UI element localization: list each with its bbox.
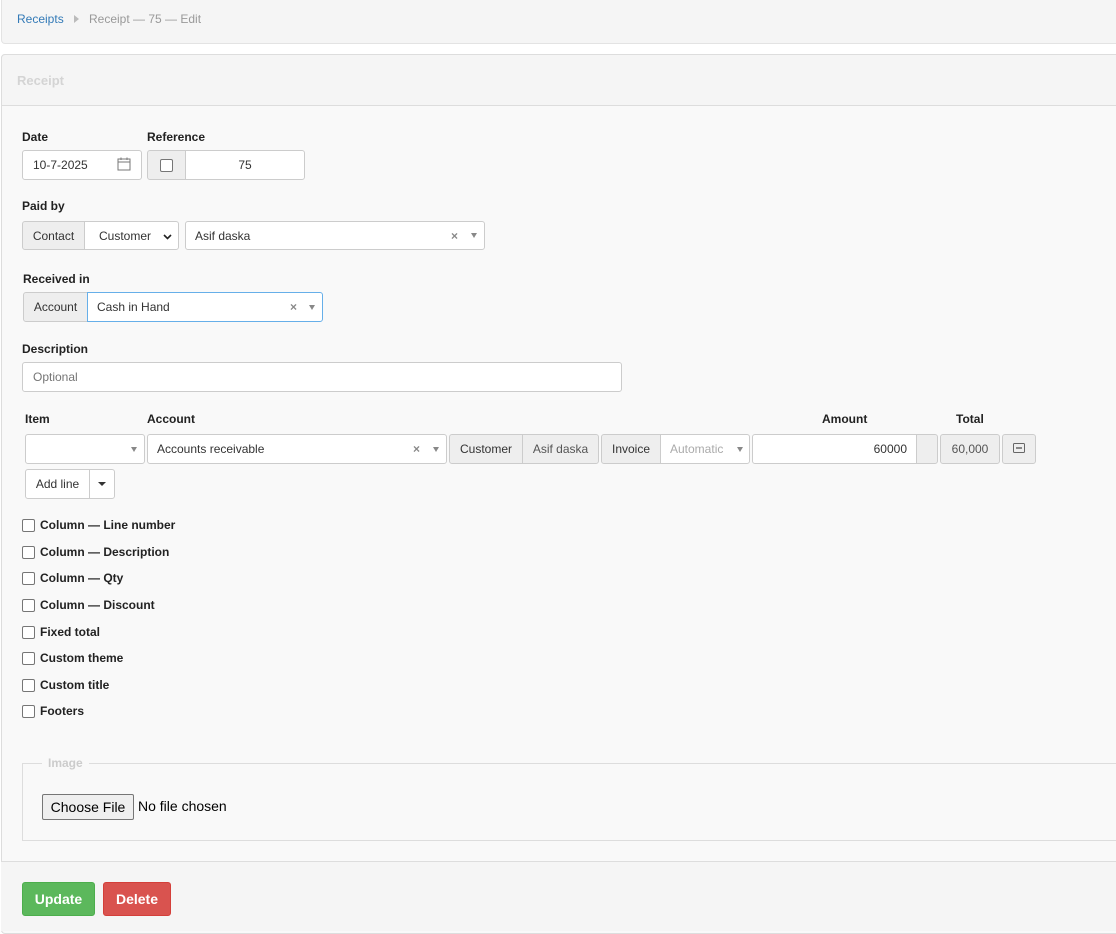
breadcrumb-receipts-link[interactable]: Receipts — [17, 12, 64, 26]
paid-by-contact-value: Asif daska — [195, 228, 251, 243]
line-total-value: 60,000 — [940, 434, 1000, 464]
paid-by-type-select[interactable]: Customer — [84, 221, 179, 250]
caret-down-icon — [98, 482, 106, 486]
caret-down-icon[interactable] — [471, 233, 477, 238]
option-label: Column — Discount — [40, 598, 155, 612]
breadcrumb-current: Receipt — 75 — Edit — [89, 12, 202, 26]
reference-checkbox[interactable] — [160, 158, 173, 172]
lines-header-item: Item — [25, 412, 50, 426]
date-label: Date — [22, 130, 49, 144]
option-checkbox[interactable] — [22, 625, 35, 639]
option-footers[interactable]: Footers — [22, 704, 84, 718]
option-label: Column — Qty — [40, 571, 124, 585]
date-value: 10-7-2025 — [33, 158, 88, 172]
clear-icon[interactable]: × — [451, 229, 458, 243]
paid-by-contact-select[interactable]: Asif daska × — [185, 221, 485, 250]
option-checkbox[interactable] — [22, 571, 35, 585]
line-amount-input[interactable]: 60000 — [752, 434, 918, 464]
option-line-number[interactable]: Column — Line number — [22, 518, 175, 532]
paid-by-addon: Contact — [22, 221, 85, 250]
panel-heading — [1, 54, 1116, 106]
option-label: Custom theme — [40, 651, 124, 665]
add-line-button[interactable]: Add line — [25, 469, 90, 499]
line-account-select[interactable]: Accounts receivable × — [147, 434, 447, 464]
option-label: Fixed total — [40, 625, 101, 639]
clear-icon[interactable]: × — [413, 442, 420, 456]
line-account-value: Accounts receivable — [157, 442, 265, 456]
received-in-account-select[interactable]: Cash in Hand × — [87, 292, 323, 322]
caret-down-icon[interactable] — [309, 304, 315, 310]
reference-value: 75 — [238, 158, 252, 172]
reference-label: Reference — [147, 130, 206, 144]
line-invoice-addon: Invoice — [601, 434, 661, 464]
option-checkbox[interactable] — [22, 598, 35, 612]
lines-header-account: Account — [147, 412, 195, 426]
option-custom-theme[interactable]: Custom theme — [22, 651, 123, 665]
lines-header-total: Total — [956, 412, 984, 426]
option-qty[interactable]: Column — Qty — [22, 571, 123, 585]
received-in-addon: Account — [23, 292, 88, 322]
caret-down-icon[interactable] — [433, 446, 439, 452]
line-invoice-placeholder: Automatic — [670, 442, 724, 456]
line-customer-value: Asif daska — [522, 434, 599, 464]
option-description[interactable]: Column — Description — [22, 545, 169, 559]
caret-down-icon[interactable] — [737, 446, 743, 452]
calendar-icon[interactable] — [117, 157, 131, 174]
delete-button[interactable]: Delete — [103, 882, 171, 916]
option-custom-title[interactable]: Custom title — [22, 678, 109, 692]
date-input[interactable]: 10-7-2025 — [22, 150, 142, 180]
reference-input[interactable]: 75 — [185, 150, 305, 180]
option-label: Footers — [40, 704, 85, 718]
option-label: Custom title — [40, 678, 110, 692]
file-status: No file chosen — [138, 798, 227, 814]
line-remove-button[interactable] — [1002, 434, 1036, 464]
option-checkbox[interactable] — [22, 704, 35, 718]
description-input[interactable] — [22, 362, 622, 392]
option-fixed-total[interactable]: Fixed total — [22, 625, 100, 639]
minus-square-icon — [1013, 442, 1025, 456]
line-invoice-select[interactable]: Automatic — [660, 434, 750, 464]
breadcrumb-separator-icon — [74, 15, 79, 23]
update-button[interactable]: Update — [22, 882, 95, 916]
caret-down-icon[interactable] — [131, 446, 137, 452]
description-label: Description — [22, 342, 89, 356]
option-checkbox[interactable] — [22, 651, 35, 665]
option-label: Column — Line number — [40, 518, 176, 532]
clear-icon[interactable]: × — [290, 300, 297, 314]
line-amount-value: 60000 — [873, 442, 907, 456]
option-checkbox[interactable] — [22, 545, 35, 559]
option-label: Column — Description — [40, 545, 170, 559]
paid-by-type-value: Customer — [99, 228, 152, 243]
lines-header-amount: Amount — [822, 412, 868, 426]
line-item-select[interactable] — [25, 434, 145, 464]
received-in-value: Cash in Hand — [97, 300, 170, 314]
paid-by-label: Paid by — [22, 199, 65, 213]
add-line-dropdown[interactable] — [89, 469, 115, 499]
option-checkbox[interactable] — [22, 518, 35, 532]
reference-checkbox-addon — [147, 150, 186, 180]
line-customer-addon: Customer — [449, 434, 523, 464]
chevron-down-icon — [163, 229, 172, 243]
received-in-label: Received in — [23, 272, 90, 286]
choose-file-button[interactable]: Choose File — [42, 794, 134, 820]
option-checkbox[interactable] — [22, 678, 35, 692]
line-amount-addon — [916, 434, 938, 464]
image-legend: Image — [42, 756, 89, 770]
panel-title: Receipt — [17, 73, 64, 88]
option-discount[interactable]: Column — Discount — [22, 598, 155, 612]
